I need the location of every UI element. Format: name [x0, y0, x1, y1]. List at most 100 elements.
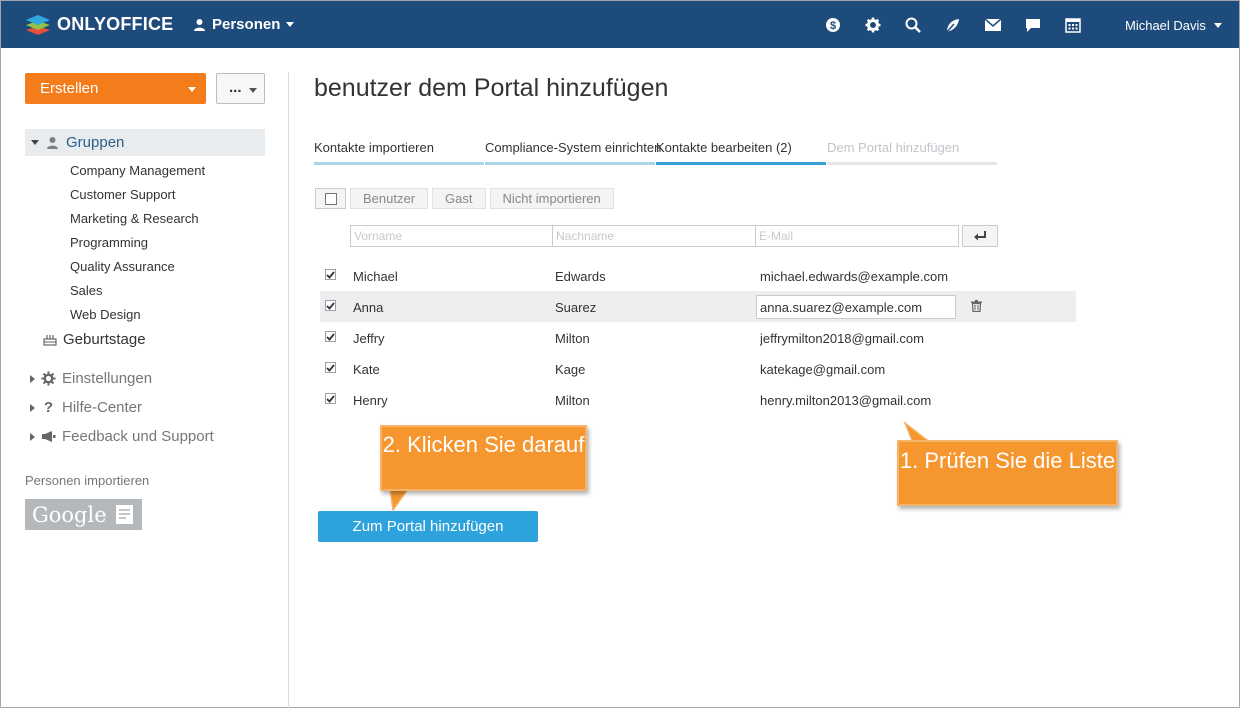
onlyoffice-logo[interactable]: ONLYOFFICE: [25, 12, 173, 36]
settings-icon[interactable]: [863, 15, 883, 35]
checkmark-icon: [326, 301, 335, 310]
group-item[interactable]: Programming: [70, 232, 205, 256]
add-to-portal-label: Zum Portal hinzufügen: [352, 518, 504, 535]
svg-text:$: $: [830, 20, 836, 32]
expand-arrow-icon: [30, 432, 35, 441]
create-button[interactable]: Erstellen: [25, 73, 206, 104]
callout-tail: [389, 489, 409, 512]
contact-row[interactable]: Anna Suarez anna.suarez@example.com: [320, 291, 1076, 322]
sidebar-item-settings[interactable]: Einstellungen: [30, 370, 152, 387]
person-icon: [194, 19, 205, 31]
checkmark-icon: [326, 270, 335, 279]
logo-text: ONLYOFFICE: [57, 13, 174, 34]
contact-lastname: Suarez: [555, 300, 597, 315]
step-progress-bar: [656, 162, 826, 165]
group-item[interactable]: Company Management: [70, 160, 205, 184]
chevron-down-icon: [1213, 23, 1222, 28]
group-item[interactable]: Web Design: [70, 304, 205, 328]
step-label: Kontakte importieren: [314, 140, 434, 155]
contact-email: jeffrymilton2018@gmail.com: [760, 331, 924, 346]
person-icon: [47, 137, 58, 149]
megaphone-icon: [42, 431, 56, 442]
step-label: Kontakte bearbeiten (2): [656, 140, 792, 155]
group-list: Company Management Customer Support Mark…: [70, 160, 205, 328]
sidebar-item-groups[interactable]: Gruppen: [25, 129, 265, 156]
row-checkbox[interactable]: [325, 269, 336, 280]
more-actions-button[interactable]: ...: [216, 73, 265, 104]
sidebar-item-feedback[interactable]: Feedback und Support: [30, 428, 214, 445]
feed-icon[interactable]: [943, 15, 963, 35]
row-checkbox[interactable]: [325, 362, 336, 373]
step-label: Dem Portal hinzufügen: [827, 140, 960, 155]
import-people-label: Personen importieren: [25, 473, 150, 488]
page-title: benutzer dem Portal hinzufügen: [314, 74, 669, 102]
chevron-down-icon: [249, 88, 257, 93]
group-item[interactable]: Customer Support: [70, 184, 205, 208]
step-progress-bar: [314, 162, 484, 165]
calendar-icon[interactable]: [1063, 15, 1083, 35]
create-button-label: Erstellen: [40, 80, 99, 97]
google-label: Google: [32, 502, 107, 527]
contact-row[interactable]: Michael Edwards michael.edwards@example.…: [320, 260, 1076, 291]
more-actions-label: ...: [229, 79, 242, 96]
group-item[interactable]: Marketing & Research: [70, 208, 205, 232]
filter-toolbar: Benutzer Gast Nicht importieren: [315, 188, 618, 209]
contact-row[interactable]: Henry Milton henry.milton2013@gmail.com: [320, 384, 1076, 415]
filter-user-button[interactable]: Benutzer: [350, 188, 429, 209]
expand-arrow-icon: [30, 374, 35, 383]
contact-email-field[interactable]: anna.suarez@example.com: [756, 295, 956, 319]
group-item[interactable]: Sales: [70, 280, 205, 304]
callout-check-list: 1. Prüfen Sie die Liste: [897, 440, 1118, 506]
sidebar-item-birthdays[interactable]: Geburtstage: [43, 331, 146, 348]
contact-row[interactable]: Jeffry Milton jeffrymilton2018@gmail.com: [320, 322, 1076, 353]
help-label: Hilfe-Center: [62, 399, 143, 416]
trash-icon[interactable]: [971, 300, 982, 312]
search-icon[interactable]: [903, 15, 923, 35]
checkmark-icon: [326, 363, 335, 372]
user-name: Michael Davis: [1125, 18, 1206, 33]
mail-icon[interactable]: [983, 15, 1003, 35]
step-add-to-portal: Dem Portal hinzufügen: [827, 140, 997, 165]
group-item[interactable]: Quality Assurance: [70, 256, 205, 280]
settings-label: Einstellungen: [62, 370, 153, 387]
step-label: Compliance-System einrichten: [485, 140, 662, 155]
filter-dont-import-button[interactable]: Nicht importieren: [489, 188, 614, 209]
expand-arrow-icon: [30, 403, 35, 412]
firstname-input[interactable]: Vorname: [350, 225, 553, 247]
user-menu[interactable]: Michael Davis: [1125, 18, 1222, 33]
chevron-down-icon: [286, 22, 295, 27]
logo-icon: [26, 15, 50, 35]
step-import-contacts: Kontakte importieren: [314, 140, 484, 165]
google-import-button[interactable]: Google: [25, 499, 142, 530]
payment-icon[interactable]: $: [823, 15, 843, 35]
contact-lastname: Kage: [555, 362, 586, 377]
row-checkbox[interactable]: [325, 331, 336, 342]
enter-icon: [974, 230, 986, 240]
lastname-input[interactable]: Nachname: [553, 225, 756, 247]
add-contact-button[interactable]: [962, 225, 998, 247]
feedback-label: Feedback und Support: [62, 428, 214, 445]
contact-firstname: Michael: [353, 269, 398, 284]
expand-arrow-icon[interactable]: [31, 140, 39, 145]
add-to-portal-button[interactable]: Zum Portal hinzufügen: [318, 511, 538, 542]
groups-label: Gruppen: [66, 134, 125, 151]
contact-lastname: Edwards: [555, 269, 606, 284]
gear-icon: [41, 371, 56, 386]
contact-lastname: Milton: [555, 331, 590, 346]
new-contact-row: Vorname Nachname E-Mail: [350, 225, 998, 247]
email-input[interactable]: E-Mail: [756, 225, 959, 247]
chat-icon[interactable]: [1023, 15, 1043, 35]
filter-guest-button[interactable]: Gast: [432, 188, 486, 209]
step-edit-contacts: Kontakte bearbeiten (2): [656, 140, 826, 165]
contact-row[interactable]: Kate Kage katekage@gmail.com: [320, 353, 1076, 384]
row-checkbox[interactable]: [325, 393, 336, 404]
module-switcher[interactable]: Personen: [193, 16, 295, 33]
top-navbar: ONLYOFFICE Personen $ Michael Davis: [1, 1, 1239, 48]
callout-click-here: 2. Klicken Sie darauf: [380, 425, 587, 491]
sidebar-divider: [288, 72, 289, 708]
birthdays-label: Geburtstage: [63, 331, 146, 348]
row-checkbox[interactable]: [325, 300, 336, 311]
sidebar-item-help[interactable]: ? Hilfe-Center: [30, 399, 142, 416]
select-all-checkbox[interactable]: [315, 188, 346, 209]
document-icon: [115, 505, 133, 524]
